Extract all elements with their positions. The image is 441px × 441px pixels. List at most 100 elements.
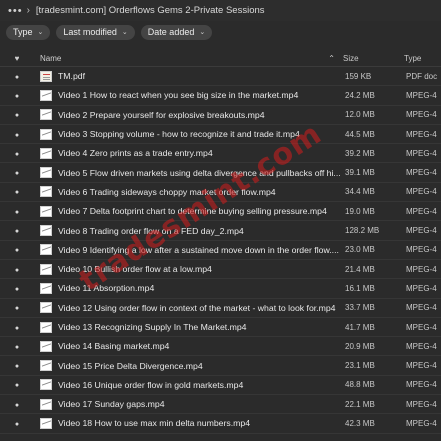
name-column-header[interactable]: Name ⌃ [34,54,343,63]
table-row[interactable]: ● Video 8 Trading order flow on a FED day… [0,221,441,241]
file-type: MPEG-4 [406,168,437,178]
bullet-icon: ● [14,112,20,120]
table-row[interactable]: ● Video 12 Using order flow in context of… [0,299,441,318]
table-row[interactable]: ● Video 7 Delta footprint chart to determ… [0,202,441,222]
table-body: ● TM.pdf 159 KB PDF doc ● Video 1 How to reac… [0,67,441,434]
bullet-icon: ● [14,208,20,216]
file-type: MPEG-4 [406,418,437,428]
table-row[interactable]: ● Video 9 Identifying a low after a susta… [0,241,441,260]
bullet-icon: ● [14,363,20,371]
file-table: ♥ Name ⌃ Size Type ● TM.pdf 159 KB PDF doc ●… [0,50,441,434]
bullet-icon: ● [14,150,20,158]
video-file-icon [34,282,58,294]
file-size: 44.5 MB [345,129,375,139]
file-name: Video 4 Zero prints as a trade entry.mp4 [58,148,213,159]
size-column-header[interactable]: Size [343,54,404,63]
file-type: MPEG-4 [406,245,437,255]
file-type: MPEG-4 [406,303,437,313]
file-browser-window: ••• › [tradesmint.com] Orderflows Gems 2… [0,0,441,441]
bullet-icon: ● [14,285,20,293]
file-name: Video 7 Delta footprint chart to determi… [58,206,327,217]
filter-type-label: Type [13,27,33,37]
pin-column-icon[interactable]: ♥ [0,54,34,63]
bullet-icon: ● [14,305,20,313]
video-file-icon [34,302,58,314]
file-name: Video 1 How to react when you see big si… [58,90,299,101]
file-type: MPEG-4 [406,399,437,409]
bullet-icon: ● [14,324,20,332]
file-size: 23.0 MB [345,245,375,255]
bullet-icon: ● [14,401,20,409]
file-type: MPEG-4 [406,206,437,216]
file-type: MPEG-4 [406,148,437,158]
table-row[interactable]: ● Video 4 Zero prints as a trade entry.mp… [0,144,441,164]
video-file-icon [34,417,58,429]
file-type: MPEG-4 [406,90,437,100]
video-file-icon [34,128,58,140]
video-file-icon [34,186,58,198]
bullet-icon: ● [14,382,20,390]
filter-date-added-label: Date added [147,27,195,37]
video-file-icon [34,244,58,256]
bullet-icon: ● [14,170,20,178]
file-type: PDF doc [406,71,438,81]
file-name: Video 13 Recognizing Supply In The Marke… [58,322,247,332]
video-file-icon [34,225,58,237]
table-row[interactable]: ● Video 5 Flow driven markets using delta… [0,163,441,183]
table-row[interactable]: ● Video 11 Absorption.mp4 16.1 MB MPEG-4 [0,279,441,299]
bullet-icon: ● [14,131,20,139]
name-header-label: Name [40,53,62,63]
file-type: MPEG-4 [406,283,437,293]
table-row[interactable]: ● Video 13 Recognizing Supply In The Mark… [0,318,441,338]
file-type: MPEG-4 [406,226,437,236]
type-column-header[interactable]: Type [404,54,439,63]
table-row[interactable]: ● Video 18 How to use max min delta numbe… [0,414,441,434]
table-row[interactable]: ● Video 2 Prepare yourself for explosive … [0,106,441,125]
more-dots-icon[interactable]: ••• [8,5,23,17]
table-row[interactable]: ● Video 3 Stopping volume - how to recogn… [0,125,441,145]
file-type: MPEG-4 [406,380,437,390]
table-row[interactable]: ● Video 17 Sunday gaps.mp4 22.1 MB MPEG-4 [0,395,441,415]
video-file-icon [34,167,58,179]
file-size: 48.8 MB [345,380,375,390]
filter-last-modified-chip[interactable]: Last modified ⌄ [56,24,135,40]
file-name: Video 8 Trading order flow on a FED day_… [58,225,244,236]
file-size: 20.9 MB [345,341,375,351]
file-name: Video 16 Unique order flow in gold marke… [58,379,244,390]
bullet-icon: ● [14,266,20,274]
file-size: 34.4 MB [345,187,375,197]
file-size: 12.0 MB [345,110,375,120]
title-bar: ••• › [tradesmint.com] Orderflows Gems 2… [0,0,441,21]
table-row[interactable]: ● Video 1 How to react when you see big s… [0,86,441,106]
file-size: 23.1 MB [345,361,375,371]
sort-ascending-icon: ⌃ [328,53,335,63]
video-file-icon [34,89,58,101]
filter-date-added-chip[interactable]: Date added ⌄ [140,24,213,40]
table-row[interactable]: ● Video 6 Trading sideways choppy market … [0,183,441,203]
chevron-down-icon: ⌄ [37,29,44,36]
bullet-icon: ● [14,228,20,236]
file-name: Video 15 Price Delta Divergence.mp4 [58,360,203,371]
filter-type-chip[interactable]: Type ⌄ [6,24,51,40]
table-row[interactable]: ● Video 16 Unique order flow in gold mark… [0,376,441,396]
video-file-icon [34,321,58,333]
file-size: 159 KB [345,71,372,81]
file-size: 42.3 MB [345,418,375,428]
file-name: Video 9 Identifying a low after a sustai… [58,244,339,255]
table-row[interactable]: ● Video 15 Price Delta Divergence.mp4 23.1… [0,356,441,376]
table-row[interactable]: ● Video 14 Basing market.mp4 20.9 MB MPEG-4 [0,337,441,357]
table-row[interactable]: ● Video 10 Bullish order flow at a low.mp… [0,260,441,280]
file-name: TM.pdf [58,71,86,82]
file-size: 21.4 MB [345,264,375,274]
video-file-icon [34,398,58,410]
file-size: 41.7 MB [345,322,375,332]
table-row[interactable]: ● TM.pdf 159 KB PDF doc [0,67,441,87]
file-size: 22.1 MB [345,399,375,409]
file-name: Video 6 Trading sideways choppy market o… [58,186,276,197]
file-size: 39.2 MB [345,148,375,158]
file-name: Video 5 Flow driven markets using delta … [58,167,341,178]
video-file-icon [34,205,58,217]
file-name: Video 3 Stopping volume - how to recogni… [58,129,300,140]
video-file-icon [34,379,58,391]
bullet-icon: ● [14,189,20,197]
